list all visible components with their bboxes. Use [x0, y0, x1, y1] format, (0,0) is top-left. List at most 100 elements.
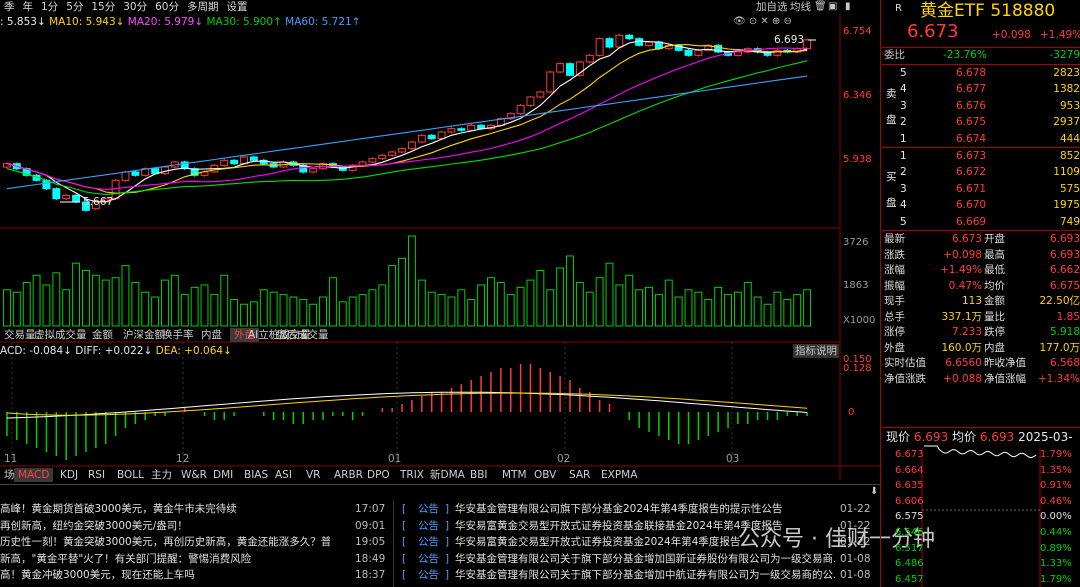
indicator-tab-18[interactable]: SAR: [565, 468, 594, 482]
volume-tab-5[interactable]: 内盘: [197, 328, 226, 342]
ask-row: 3 6.676 953: [882, 98, 1080, 114]
bid-row: 3 6.671 575: [882, 181, 1080, 197]
ask-price[interactable]: 6.678: [956, 66, 986, 80]
volume-bar: [161, 279, 169, 327]
mini-left-tick: 6.546: [895, 527, 924, 538]
volume-bar: [496, 282, 505, 327]
volume-tab-8[interactable]: 盘后成交量: [272, 328, 333, 342]
volume-bar: [230, 298, 239, 327]
announcement-title[interactable]: 华安基金管理有限公司旗下部分基金2024年第4季度报告的提示性公告: [455, 501, 835, 518]
indicator-tab-7[interactable]: DMI: [209, 468, 237, 482]
volume-bar: [694, 291, 703, 327]
indicator-tab-1[interactable]: MACD: [14, 468, 54, 482]
volume-bar: [625, 274, 634, 327]
ask-row: 4 6.677 1382: [882, 81, 1080, 97]
candle-body: [536, 91, 545, 98]
candle-body: [358, 161, 367, 166]
indicator-tab-5[interactable]: 主力: [147, 468, 176, 482]
ask-price[interactable]: 6.677: [956, 82, 986, 96]
indicator-tab-17[interactable]: OBV: [530, 468, 560, 482]
news-headline[interactable]: 历史性一刻！黄金突破3000美元，再创历史新高，黄金还能涨多久？普通投...: [0, 534, 330, 551]
volume-bar: [585, 291, 594, 327]
weibi-diff: -3279: [1049, 49, 1080, 61]
bid-volume: 852: [1059, 150, 1080, 162]
volume-tab-1[interactable]: 虚拟成交量: [30, 328, 91, 342]
ask-price[interactable]: 6.675: [956, 115, 986, 129]
volume-tab-2[interactable]: 金额: [88, 328, 117, 342]
stat-value: 6.662: [1049, 264, 1080, 276]
candle-body: [230, 159, 239, 165]
stat-label: 净值涨跌: [884, 372, 926, 385]
volume-tab-4[interactable]: 换手率: [158, 328, 198, 342]
indicator-tab-12[interactable]: DPO: [363, 468, 394, 482]
mini-left-tick: 6.575: [895, 511, 924, 523]
candle-body: [249, 156, 258, 161]
indicator-tab-2[interactable]: KDJ: [56, 468, 82, 482]
quote-r-badge: R: [895, 3, 902, 14]
volume-bar: [773, 291, 782, 327]
date-tick-jan: 01: [388, 453, 402, 465]
indicator-tab-14[interactable]: 新DMA: [426, 468, 469, 482]
stat-label: 总手: [884, 310, 905, 323]
volume-bar: [427, 291, 436, 327]
indicator-tab-16[interactable]: MTM: [498, 468, 531, 482]
volume-bar: [803, 289, 812, 327]
news-scroll-icon[interactable]: ⬇: [870, 485, 878, 499]
news-headline[interactable]: 高！黄金冲破3000美元，现在还能上车吗: [0, 567, 330, 584]
quote-pct: +1.49%: [1040, 29, 1080, 41]
volume-bar: [417, 279, 426, 327]
kline-chart-area[interactable]: [0, 0, 882, 500]
candle-body: [111, 179, 120, 200]
candle-body: [546, 71, 555, 93]
stat-value: 6.693: [1049, 248, 1080, 261]
bracket: [: [402, 503, 407, 515]
announcement-title[interactable]: 华安基金管理有限公司关于旗下部分基金增加中航证券有限公司为一级交易商的公...: [455, 567, 835, 584]
indicator-tab-13[interactable]: TRIX: [396, 468, 428, 482]
volume-bar: [32, 274, 41, 327]
volume-bar: [240, 303, 248, 327]
ma60-line: [6, 75, 808, 190]
indicator-tab-9[interactable]: ASI: [271, 468, 296, 482]
indicator-tab-8[interactable]: BIAS: [240, 468, 272, 482]
stat-value: 6.693: [1049, 233, 1080, 245]
candle-body: [220, 159, 229, 166]
news-headline[interactable]: 新高，"黄金平替"火了！有关部门提醒：警惕消费风险: [0, 551, 330, 568]
indicator-tab-11[interactable]: ARBR: [330, 468, 367, 482]
mini-left-tick: 6.606: [895, 495, 924, 507]
bid-price[interactable]: 6.670: [956, 198, 986, 212]
volume-bar: [328, 277, 337, 327]
bracket: [: [402, 552, 407, 565]
indicator-explain-button[interactable]: 指标说明: [793, 344, 839, 358]
candle-body: [378, 154, 387, 160]
indicator-tab-19[interactable]: EXPMA: [597, 468, 641, 482]
indicator-tab-3[interactable]: RSI: [84, 468, 109, 482]
mini-right-tick: 1.33%: [1040, 558, 1072, 570]
ask-price[interactable]: 6.674: [956, 132, 986, 146]
bid-side-label: 买: [886, 170, 897, 184]
indicator-tab-15[interactable]: BBI: [466, 468, 492, 482]
candle-body: [615, 34, 624, 48]
news-headline[interactable]: 高峰！黄金期货首破3000美元，黄金牛市未完待续: [0, 501, 330, 518]
volume-bar: [595, 277, 604, 327]
bid-level: 5: [900, 215, 907, 228]
bid-price[interactable]: 6.673: [956, 149, 986, 163]
bid-price[interactable]: 6.669: [956, 215, 986, 229]
volume-bar: [793, 294, 802, 327]
date-tick-nov: 11: [4, 453, 18, 465]
mini-header: 现价 6.693 均价 6.693 2025-03-: [886, 430, 1073, 444]
volume-bar: [358, 294, 367, 327]
bid-price[interactable]: 6.672: [956, 165, 986, 179]
volume-bar: [536, 269, 545, 327]
volume-bar: [635, 289, 644, 327]
news-headline[interactable]: 再创新高，纽约金突破3000美元/盎司！: [0, 518, 330, 535]
bid-price[interactable]: 6.671: [956, 182, 986, 196]
quote-title: 黄金ETF 518880: [920, 0, 1055, 22]
bid-row: 4 6.670 1975: [882, 197, 1080, 213]
indicator-tab-10[interactable]: VR: [302, 468, 324, 482]
quote-price: 6.673: [907, 21, 959, 42]
indicator-tab-4[interactable]: BOLL: [113, 468, 148, 482]
bid-row: 1 6.673 852: [882, 148, 1080, 164]
volume-bar: [743, 282, 752, 327]
indicator-tab-6[interactable]: W&R: [177, 468, 211, 482]
ask-price[interactable]: 6.676: [956, 99, 986, 113]
